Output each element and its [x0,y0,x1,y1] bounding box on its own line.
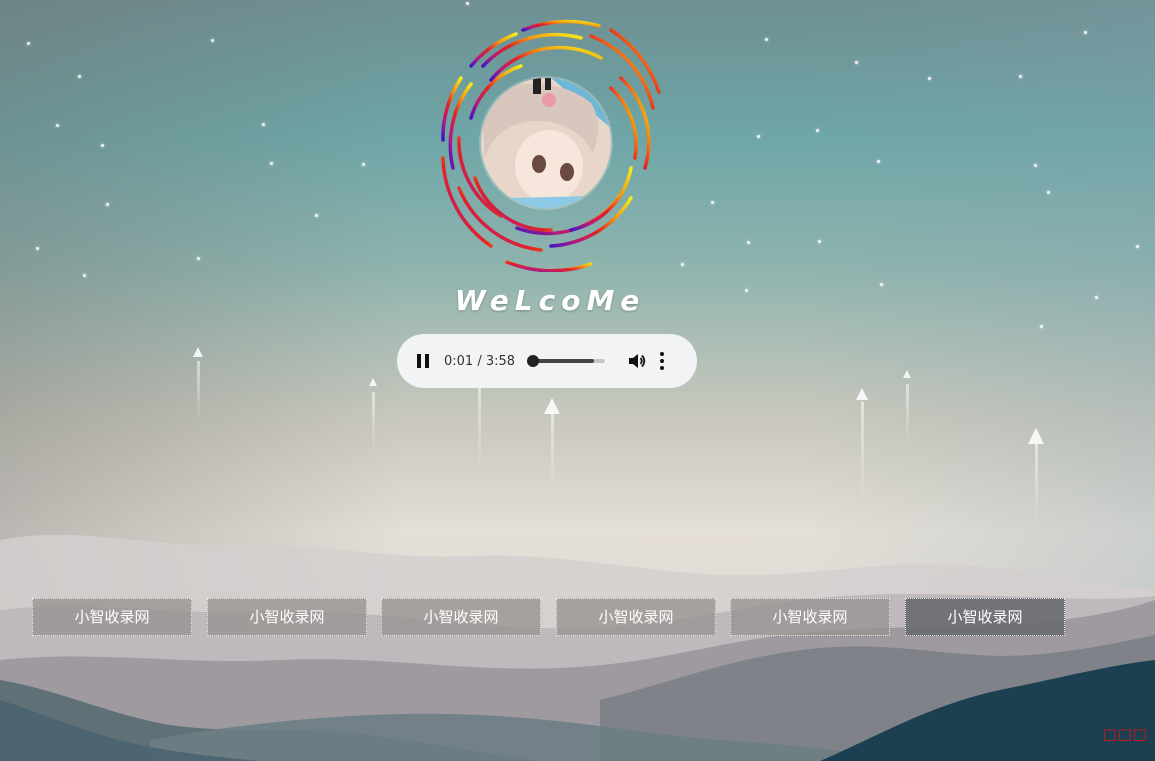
avatar [481,78,611,208]
link-bar: 小智收录网 小智收录网 小智收录网 小智收录网 小智收录网 小智收录网 [32,598,1072,636]
welcome-title: WeLcoMe [454,284,646,317]
page-background: WeLcoMe 0:01 / 3:58 小智收录网 小智收录网 小智收录网 小智… [0,0,1155,761]
nav-link-button-active[interactable]: 小智收录网 [905,598,1065,636]
volume-icon[interactable] [627,351,647,371]
nav-link-button[interactable]: 小智收录网 [207,598,367,636]
pause-button[interactable] [415,353,431,369]
more-vertical-icon[interactable] [659,352,665,370]
seek-slider[interactable] [527,355,606,367]
nav-link-button[interactable]: 小智收录网 [32,598,192,636]
seek-thumb[interactable] [527,355,540,367]
time-display: 0:01 / 3:58 [444,353,516,369]
corner-mark: □□□ [1102,725,1148,743]
seek-progress [533,359,595,363]
nav-link-button[interactable]: 小智收录网 [730,598,890,636]
audio-player[interactable]: 0:01 / 3:58 [397,334,697,388]
nav-link-button[interactable]: 小智收录网 [556,598,716,636]
pause-icon [417,354,421,368]
nav-link-button[interactable]: 小智收录网 [381,598,541,636]
